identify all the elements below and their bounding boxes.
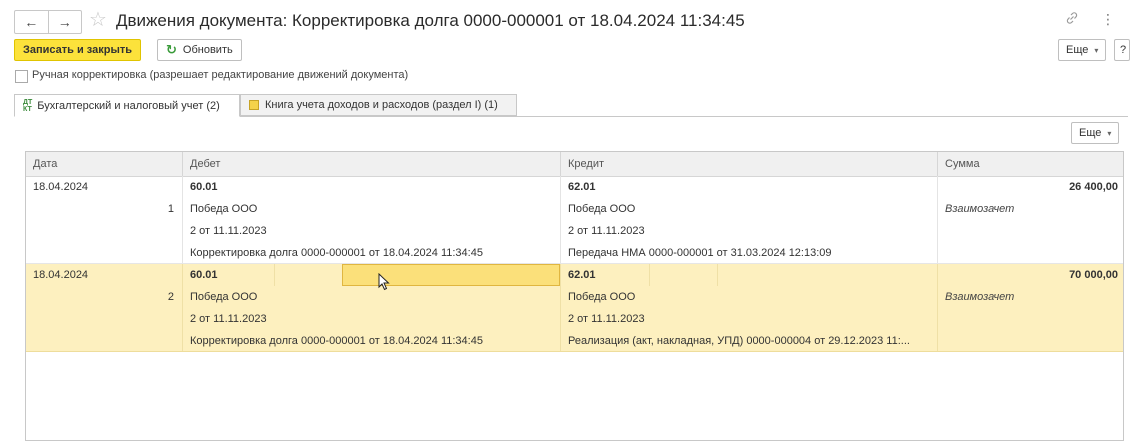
debit-subconto-1: Победа ООО <box>190 291 258 303</box>
grid-more-button-label: Еще <box>1079 127 1102 139</box>
chevron-down-icon: ▾ <box>1107 128 1112 138</box>
favorite-star-icon[interactable]: ☆ <box>89 8 107 32</box>
link-icon[interactable] <box>1065 11 1079 28</box>
debit-account: 60.01 <box>190 181 218 193</box>
credit-subconto-1: Победа ООО <box>568 291 636 303</box>
more-button[interactable]: Еще ▾ <box>1058 39 1107 61</box>
row-amount: 26 400,00 <box>1069 181 1118 193</box>
row-date: 18.04.2024 <box>33 181 89 193</box>
row-number: 1 <box>167 203 174 215</box>
column-header-amount[interactable]: Сумма <box>938 152 1123 176</box>
history-nav: ← → <box>14 10 82 34</box>
chevron-down-icon: ▾ <box>1094 45 1099 55</box>
manual-correction-label: Ручная корректировка (разрешает редактир… <box>32 69 409 81</box>
table-row[interactable]: 18.04.2024 1 60.01 Победа ООО 2 от 11.11… <box>26 176 1123 264</box>
credit-subconto-2: 2 от 11.11.2023 <box>568 313 645 325</box>
row-amount: 70 000,00 <box>1069 269 1118 281</box>
row-number: 2 <box>167 291 174 303</box>
row-operation-content: Взаимозачет <box>945 203 1015 215</box>
refresh-button-label: Обновить <box>182 44 233 56</box>
debit-subconto-1: Победа ООО <box>190 203 258 215</box>
refresh-icon: ↻ <box>166 42 177 57</box>
tab-accounting-label: Бухгалтерский и налоговый учет (2) <box>37 99 220 112</box>
row-date: 18.04.2024 <box>33 269 89 281</box>
debit-subconto-2: 2 от 11.11.2023 <box>190 313 267 325</box>
row-operation-content: Взаимозачет <box>945 291 1015 303</box>
credit-subconto-1: Победа ООО <box>568 203 636 215</box>
debit-subconto-3: Корректировка долга 0000-000001 от 18.04… <box>190 335 483 347</box>
grid-more-button[interactable]: Еще ▾ <box>1071 122 1120 144</box>
tab-income-expense-book-label: Книга учета доходов и расходов (раздел I… <box>265 99 498 111</box>
manual-correction-checkbox[interactable] <box>15 70 28 83</box>
column-header-debit[interactable]: Дебет <box>183 152 560 176</box>
focused-cell[interactable] <box>342 264 560 286</box>
help-button[interactable]: ? <box>1114 39 1130 61</box>
credit-account: 62.01 <box>568 181 596 193</box>
back-arrow-icon[interactable]: ← <box>15 11 48 33</box>
movements-table[interactable]: Дата Дебет Кредит Сумма 18.04.2024 1 60.… <box>25 151 1124 441</box>
refresh-button[interactable]: ↻ Обновить <box>157 39 242 61</box>
save-and-close-button[interactable]: Записать и закрыть <box>14 39 142 61</box>
window-title: Движения документа: Корректировка долга … <box>116 11 745 30</box>
column-header-date[interactable]: Дата <box>26 152 182 176</box>
more-vertical-icon[interactable]: ⋮ <box>1101 11 1115 28</box>
credit-subconto-2: 2 от 11.11.2023 <box>568 225 645 237</box>
tab-accounting[interactable]: ДТ КТ Бухгалтерский и налоговый учет (2) <box>14 94 240 117</box>
credit-subconto-3: Реализация (акт, накладная, УПД) 0000-00… <box>568 335 910 347</box>
table-header: Дата Дебет Кредит Сумма <box>26 152 1123 177</box>
table-row-selected[interactable]: 18.04.2024 2 60.01 Победа ООО 2 от 11.11… <box>26 264 1123 352</box>
debit-subconto-3: Корректировка долга 0000-000001 от 18.04… <box>190 247 483 259</box>
mouse-pointer-icon <box>378 273 390 291</box>
column-header-credit[interactable]: Кредит <box>561 152 937 176</box>
forward-arrow-icon[interactable]: → <box>47 11 82 33</box>
debit-account: 60.01 <box>190 269 218 281</box>
more-button-label: Еще <box>1066 44 1089 56</box>
credit-subconto-3: Передача НМА 0000-000001 от 31.03.2024 1… <box>568 247 832 259</box>
dt-kt-icon: ДТ КТ <box>23 98 33 113</box>
tab-income-expense-book[interactable]: Книга учета доходов и расходов (раздел I… <box>240 94 517 116</box>
credit-account: 62.01 <box>568 269 596 281</box>
debit-subconto-2: 2 от 11.11.2023 <box>190 225 267 237</box>
register-icon <box>249 100 259 110</box>
